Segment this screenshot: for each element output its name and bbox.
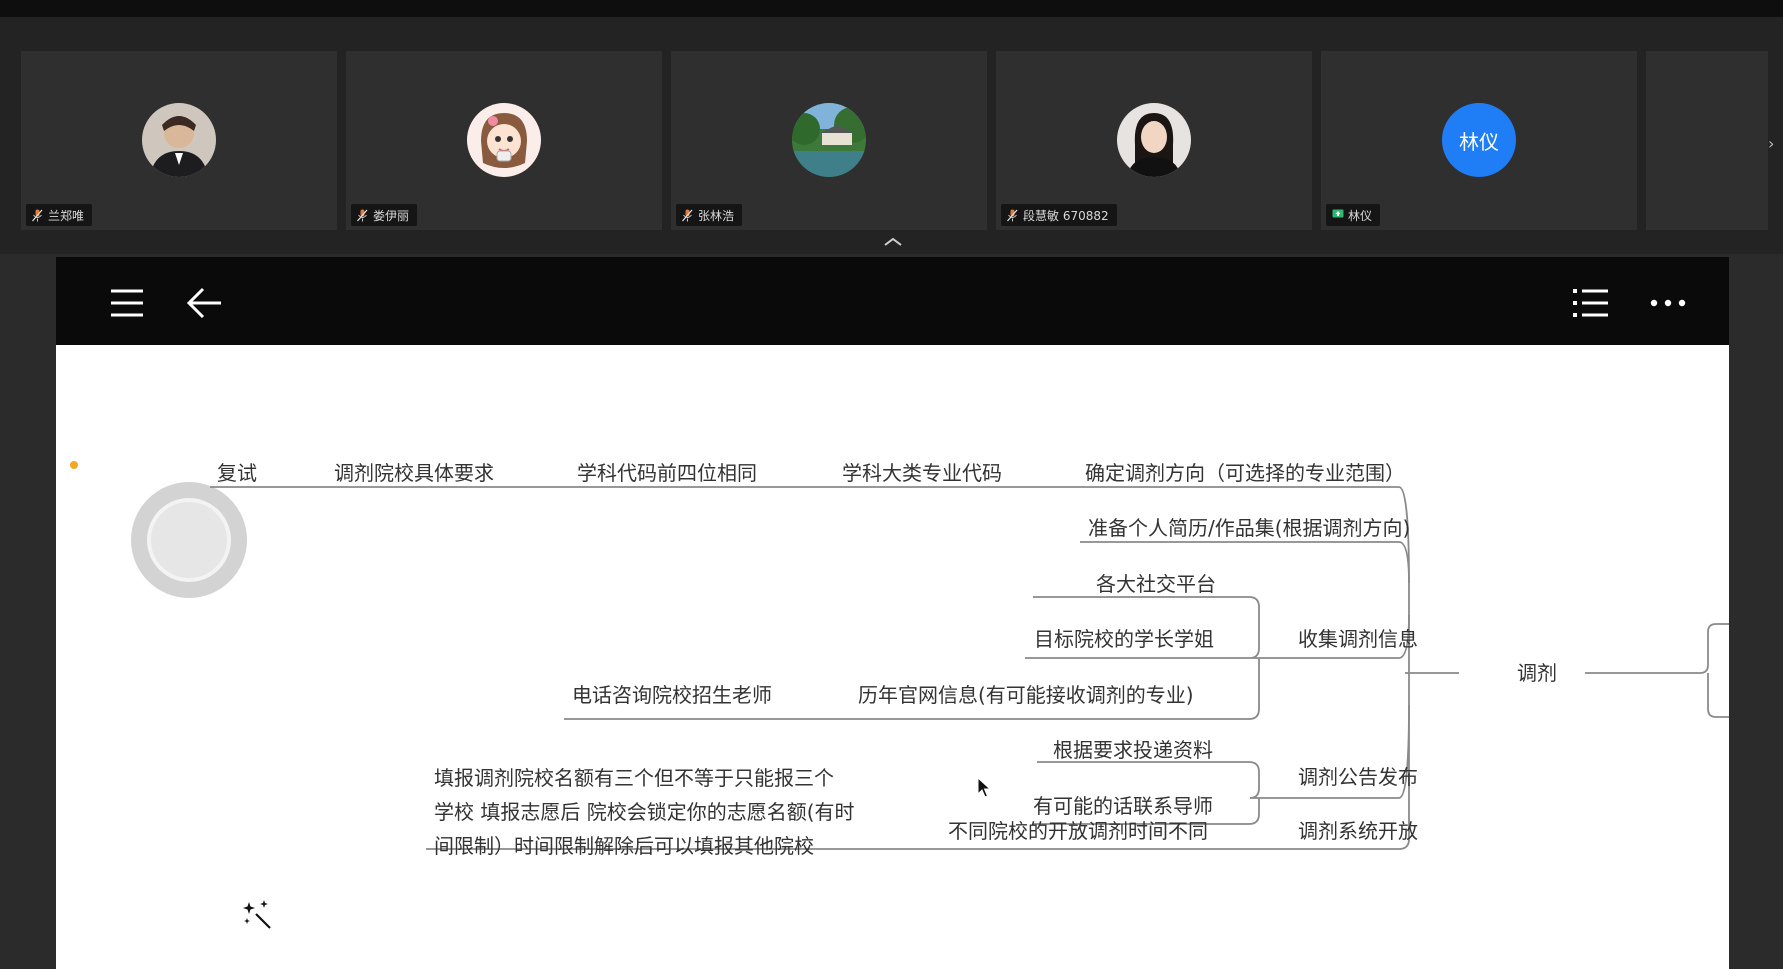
mic-muted-icon — [1007, 209, 1018, 222]
mindmap-node[interactable]: 不同院校的开放调剂时间不同 — [948, 821, 1208, 841]
participant-name-tag: 张林浩 — [676, 204, 743, 226]
mindmap-node[interactable]: 目标院校的学长学姐 — [1034, 629, 1214, 649]
participant-tile[interactable]: 段慧敏 670882 — [996, 51, 1312, 230]
accent-dot — [70, 461, 78, 469]
mindmap-node[interactable]: 根据要求投递资料 — [1053, 740, 1213, 760]
magic-wand-icon[interactable] — [242, 900, 274, 932]
mindmap-node[interactable]: 学科大类专业代码 — [842, 463, 1002, 483]
menu-icon[interactable] — [107, 283, 147, 323]
participant-name-tag: 段慧敏 670882 — [1001, 204, 1117, 226]
more-icon[interactable] — [1648, 283, 1688, 323]
mindmap-node[interactable]: 调剂公告发布 — [1298, 767, 1418, 787]
mindmap-root-node[interactable]: 调剂 — [1517, 663, 1557, 683]
participant-tile[interactable]: 张林浩 — [671, 51, 987, 230]
mic-muted-icon — [32, 209, 43, 222]
participant-avatar — [467, 103, 541, 177]
participant-strip: 兰郑唯 娄伊丽 张林浩 段慧敏 670882 林仪 林仪 › — [0, 17, 1783, 254]
mic-muted-icon — [682, 209, 693, 222]
top-bar — [0, 0, 1783, 17]
participant-name: 张林浩 — [698, 208, 735, 223]
participant-avatar — [1117, 103, 1191, 177]
participant-avatar — [142, 103, 216, 177]
mouse-cursor-icon — [977, 776, 993, 799]
mindmap-node[interactable]: 调剂院校具体要求 — [334, 463, 494, 483]
collapse-strip-button[interactable] — [881, 234, 905, 248]
participant-name: 娄伊丽 — [373, 208, 410, 223]
mindmap-node[interactable]: 确定调剂方向（可选择的专业范围） — [1085, 463, 1405, 483]
mindmap-node[interactable]: 各大社交平台 — [1096, 574, 1216, 594]
mindmap-node[interactable]: 准备个人简历/作品集(根据调剂方向) — [1088, 518, 1410, 538]
participant-name: 段慧敏 670882 — [1023, 208, 1109, 223]
participant-name-tag: 林仪 — [1326, 204, 1381, 226]
screen-share-icon — [1332, 209, 1344, 222]
participant-avatar — [792, 103, 866, 177]
mindmap-connectors — [70, 461, 1729, 850]
outline-list-icon[interactable] — [1570, 283, 1610, 323]
mindmap-node[interactable]: 电话咨询院校招生老师 — [572, 685, 772, 705]
doc-toolbar — [56, 257, 1729, 345]
participant-tile[interactable]: 林仪 林仪 — [1321, 51, 1637, 230]
mindmap-node[interactable]: 收集调剂信息 — [1298, 629, 1418, 649]
mindmap-node[interactable]: 有可能的话联系导师 — [1033, 796, 1213, 816]
mindmap-note[interactable]: 填报调剂院校名额有三个但不等于只能报三个 学校 填报志愿后 院校会锁定你的志愿名… — [434, 761, 855, 863]
participant-tile-partial[interactable] — [1646, 51, 1768, 230]
mindmap-node[interactable]: 调剂系统开放 — [1298, 821, 1418, 841]
participant-name-tag: 娄伊丽 — [351, 204, 418, 226]
mindmap-node[interactable]: 复试 — [217, 463, 257, 483]
mindmap-node[interactable]: 学科代码前四位相同 — [577, 463, 757, 483]
shared-screen: 调剂 复试 调剂院校具体要求 学科代码前四位相同 学科大类专业代码 确定调剂方向… — [56, 257, 1729, 969]
participant-avatar: 林仪 — [1442, 103, 1516, 177]
participant-tile[interactable]: 娄伊丽 — [346, 51, 662, 230]
mindmap-node[interactable]: 历年官网信息(有可能接收调剂的专业) — [858, 685, 1194, 705]
participant-name: 林仪 — [1348, 208, 1373, 223]
strip-next-arrow[interactable]: › — [1768, 132, 1783, 156]
participant-tile[interactable]: 兰郑唯 — [21, 51, 337, 230]
participant-name-tag: 兰郑唯 — [26, 204, 93, 226]
mindmap-canvas[interactable]: 调剂 复试 调剂院校具体要求 学科代码前四位相同 学科大类专业代码 确定调剂方向… — [56, 345, 1729, 969]
participant-name: 兰郑唯 — [48, 208, 85, 223]
mic-muted-icon — [357, 209, 368, 222]
back-arrow-icon[interactable] — [185, 283, 225, 323]
